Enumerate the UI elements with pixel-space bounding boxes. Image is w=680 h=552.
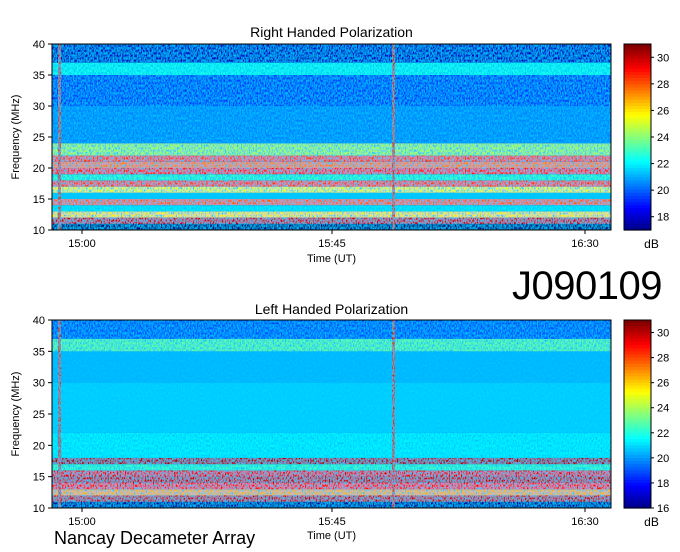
colorbar-tick-label: 24 (657, 403, 669, 415)
x-axis-label: Time (UT) (307, 253, 356, 265)
frequency-band (52, 192, 611, 199)
y-tick-label: 20 (33, 163, 45, 175)
y-tick-label: 25 (33, 409, 45, 421)
frequency-band (52, 495, 611, 502)
frequency-band (52, 44, 611, 63)
spectrogram-image (52, 44, 611, 230)
frequency-band (52, 432, 611, 458)
frequency-band (52, 489, 611, 496)
frequency-band (52, 161, 611, 168)
frequency-band (52, 320, 611, 339)
colorbar-tick-label: 18 (657, 212, 669, 224)
frequency-band (52, 199, 611, 206)
frequency-band (52, 168, 611, 175)
y-tick-label: 25 (33, 132, 45, 144)
colorbar-tick-label: 28 (657, 353, 669, 365)
y-tick-label: 30 (33, 378, 45, 390)
x-tick-label: 15:45 (318, 516, 346, 528)
colorbar-tick-label: 20 (657, 185, 669, 197)
colorbar-tick-label: 30 (657, 52, 669, 64)
x-tick-label: 16:30 (571, 238, 599, 250)
x-tick-label: 15:45 (318, 238, 346, 250)
time-gap-line (392, 320, 395, 508)
frequency-band (52, 464, 611, 471)
frequency-band (52, 174, 611, 181)
frequency-band (52, 75, 611, 106)
frequency-band (52, 501, 611, 508)
frequency-band (52, 223, 611, 230)
plot-title: Right Handed Polarization (250, 24, 413, 40)
instrument-label: Nancay Decameter Array (54, 528, 256, 548)
y-tick-label: 10 (33, 503, 45, 515)
frequency-band (52, 217, 611, 224)
y-tick-label: 10 (33, 225, 45, 237)
y-tick-label: 40 (33, 315, 45, 327)
frequency-band (52, 186, 611, 193)
frequency-band (52, 205, 611, 212)
time-gap-line (58, 44, 61, 230)
colorbar-tick-label: 18 (657, 478, 669, 490)
y-tick-label: 15 (33, 472, 45, 484)
spectrogram-image (52, 320, 611, 508)
colorbar-tick-label: 24 (657, 132, 669, 144)
colorbar-tick-label: 22 (657, 159, 669, 171)
frequency-band (52, 106, 611, 144)
frequency-band (52, 211, 611, 218)
x-axis-label: Time (UT) (307, 530, 356, 542)
y-tick-label: 35 (33, 70, 45, 82)
colorbar-tick-label: 22 (657, 428, 669, 440)
frequency-band (52, 382, 611, 433)
y-tick-label: 30 (33, 101, 45, 113)
time-gap-line (392, 44, 395, 230)
colorbar: 16 18 20 22 24 26 28 30 dB (623, 319, 669, 529)
x-tick-label: 16:30 (571, 516, 599, 528)
frequency-band (52, 180, 611, 187)
y-tick-label: 35 (33, 346, 45, 358)
frequency-band (52, 482, 611, 490)
frequency-band (52, 338, 611, 352)
frequency-band (52, 351, 611, 383)
y-tick-label: 15 (33, 194, 45, 206)
colorbar-tick-label: 26 (657, 105, 669, 117)
colorbar: 18 20 22 24 26 28 30 dB (623, 43, 669, 251)
y-axis-label: Frequency (MHz) (10, 372, 22, 457)
plot-title: Left Handed Polarization (255, 301, 408, 317)
colorbar-tick-label: 20 (657, 453, 669, 465)
colorbar-tick-label: 30 (657, 328, 669, 340)
observation-id: J090109 (512, 264, 662, 308)
colorbar-unit-label: dB (644, 515, 659, 529)
frequency-band (52, 143, 611, 156)
frequency-band (52, 476, 611, 483)
right-polarization-panel: Right Handed Polarization 10 15 20 25 30 35 40 F… (10, 24, 669, 265)
colorbar-tick-label: 16 (657, 503, 669, 515)
frequency-band (52, 62, 611, 75)
colorbar-tick-label: 26 (657, 378, 669, 390)
y-tick-label: 40 (33, 39, 45, 51)
frequency-band (52, 457, 611, 465)
y-tick-label: 20 (33, 440, 45, 452)
x-tick-label: 15:00 (68, 238, 96, 250)
y-axis-label: Frequency (MHz) (10, 95, 22, 180)
frequency-band (52, 155, 611, 162)
left-polarization-panel: Left Handed Polarization 10 15 20 25 30 35 40 Fr… (10, 301, 669, 542)
colorbar-tick-label: 28 (657, 79, 669, 91)
spectrogram-page: Right Handed Polarization 10 15 20 25 30 35 40 F… (0, 0, 680, 552)
time-gap-line (58, 320, 61, 508)
frequency-band (52, 470, 611, 477)
colorbar-unit-label: dB (644, 237, 659, 251)
